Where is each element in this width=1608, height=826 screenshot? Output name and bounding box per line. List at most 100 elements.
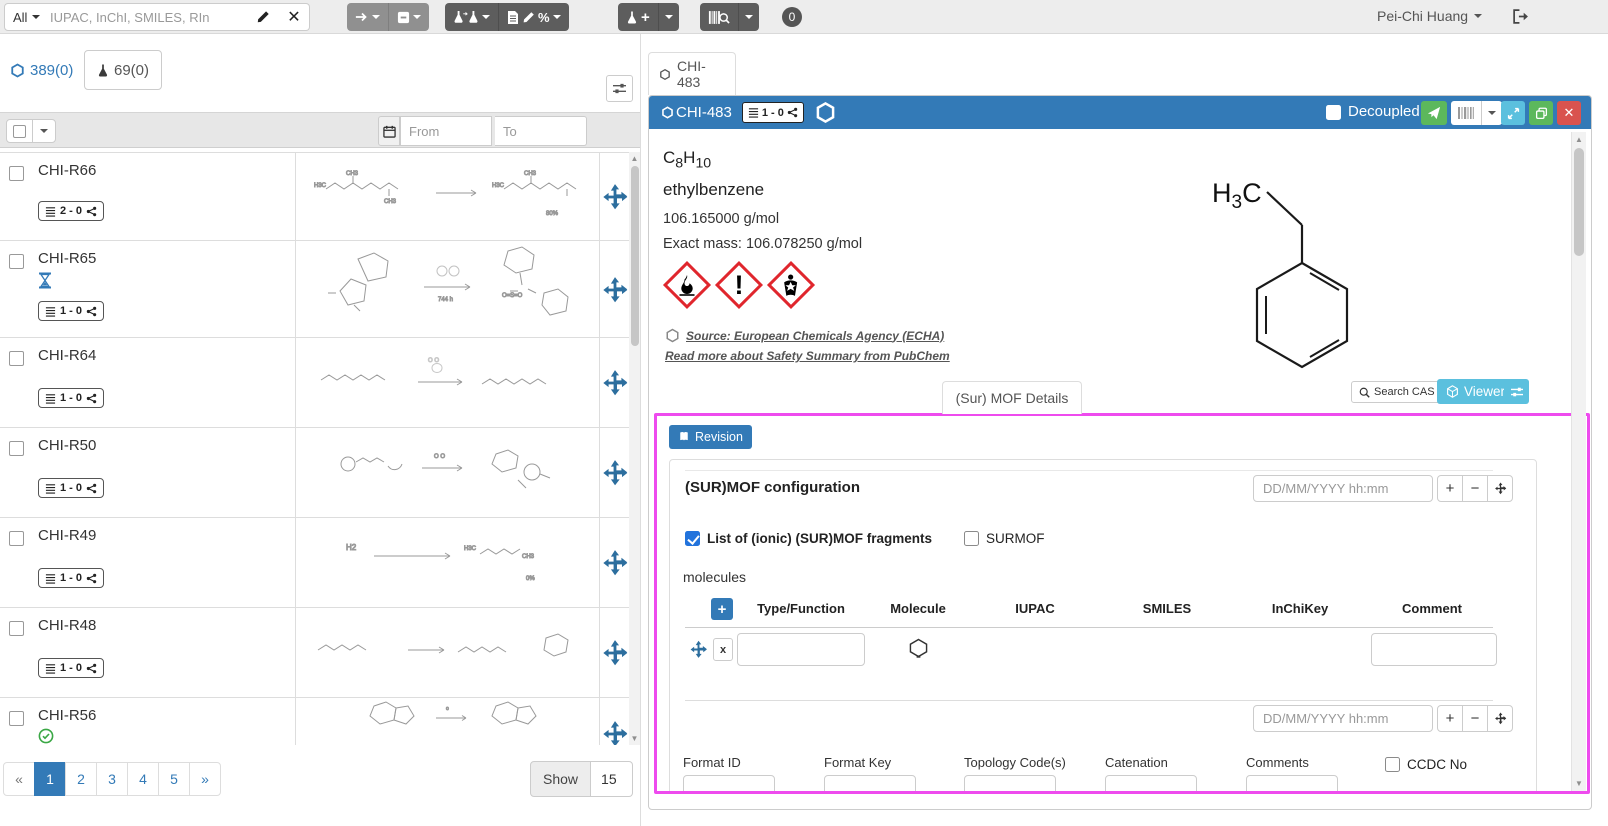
list-item[interactable]: CHI-R50 1 - 0 O O	[0, 427, 629, 517]
scrollbar-thumb[interactable]	[1574, 148, 1584, 256]
analyses-badge[interactable]: 2 - 0	[38, 201, 104, 221]
analyses-badge[interactable]: 1 - 0	[38, 388, 104, 408]
drag-handle[interactable]	[600, 183, 629, 211]
list-scrollbar[interactable]: ▲ ▼	[629, 152, 640, 745]
list-item[interactable]: CHI-R64 1 - 0 O O	[0, 337, 629, 427]
tab-sample-chi-483[interactable]: CHI-483	[648, 52, 736, 95]
scrollbar-thumb[interactable]	[631, 166, 639, 346]
topology-codes-input[interactable]	[964, 775, 1056, 794]
remove-entry-button[interactable]: −	[1462, 705, 1488, 732]
viewer-button[interactable]: Viewer	[1437, 379, 1514, 404]
ccdc-checkbox[interactable]	[1385, 757, 1400, 772]
revision-button[interactable]: Revision	[669, 425, 752, 449]
add-molecule-button[interactable]: +	[711, 598, 733, 620]
select-all-checkbox[interactable]	[13, 125, 26, 138]
search-cas-button[interactable]: Search CAS	[1351, 381, 1443, 403]
tab-mof-details-active[interactable]: (Sur) MOF Details	[942, 381, 1082, 414]
scroll-up-icon[interactable]: ▲	[1572, 135, 1586, 144]
drag-handle[interactable]	[600, 720, 629, 745]
scroll-down-icon[interactable]: ▼	[629, 734, 640, 743]
page-size-input[interactable]: 15	[591, 761, 633, 797]
surmof-checkbox[interactable]	[964, 531, 979, 546]
surmof-date-input[interactable]	[1253, 705, 1433, 732]
clear-search-button[interactable]: ✕	[279, 4, 309, 30]
list-item[interactable]: CHI-R56 o	[0, 697, 629, 745]
drag-handle[interactable]	[600, 639, 629, 667]
pubchem-safety-link[interactable]: Read more about Safety Summary from PubC…	[665, 347, 950, 365]
page-3[interactable]: 3	[96, 762, 128, 796]
page-2[interactable]: 2	[65, 762, 97, 796]
select-all-split-button[interactable]	[6, 119, 56, 143]
delete-row-button[interactable]: x	[713, 638, 733, 661]
row-checkbox[interactable]	[9, 531, 24, 546]
row-checkbox[interactable]	[9, 166, 24, 181]
scroll-down-icon[interactable]: ▼	[1572, 779, 1586, 788]
date-filter-button[interactable]	[378, 116, 400, 146]
echa-source-link[interactable]: Source: European Chemicals Agency (ECHA)	[665, 328, 944, 343]
page-5[interactable]: 5	[158, 762, 190, 796]
layout-options-button[interactable]	[1504, 379, 1529, 404]
add-entry-button[interactable]: +	[1437, 475, 1463, 502]
remove-from-collection-button[interactable]	[389, 3, 429, 31]
detail-scrollbar[interactable]: ▲ ▼	[1571, 132, 1586, 791]
drag-handle[interactable]	[600, 549, 629, 577]
type-function-input[interactable]	[737, 633, 865, 666]
edit-search-button[interactable]	[247, 4, 279, 30]
fullscreen-button[interactable]	[1501, 101, 1525, 125]
analyses-badge[interactable]: 1 - 0	[38, 568, 104, 588]
list-item[interactable]: CHI-R48 1 - 0	[0, 607, 629, 697]
page-prev[interactable]: «	[3, 762, 35, 796]
analyses-badge[interactable]: 1 - 0	[38, 478, 104, 498]
add-entry-button[interactable]: +	[1437, 705, 1463, 732]
barcode-scan-button[interactable]	[700, 3, 739, 31]
catenation-input[interactable]	[1105, 775, 1197, 794]
molecule-structure-icon[interactable]	[909, 638, 928, 658]
add-sample-dropdown[interactable]	[659, 3, 679, 31]
date-to-input[interactable]	[495, 116, 587, 146]
barcode-dropdown[interactable]	[1481, 101, 1502, 125]
add-sample-button[interactable]: +	[618, 3, 659, 31]
format-id-input[interactable]	[683, 775, 775, 794]
page-next[interactable]: »	[189, 762, 221, 796]
move-entry-button[interactable]	[1487, 705, 1513, 732]
row-checkbox[interactable]	[9, 254, 24, 269]
drag-handle[interactable]	[600, 459, 629, 487]
row-checkbox[interactable]	[9, 351, 24, 366]
row-drag-handle[interactable]	[689, 640, 708, 659]
tab-reactions[interactable]: 389(0)	[10, 62, 73, 79]
page-1[interactable]: 1	[34, 762, 66, 796]
list-item[interactable]: CHI-R65 1 - 0 744 h O=S=O	[0, 240, 629, 337]
row-checkbox[interactable]	[9, 711, 24, 726]
decoupled-checkbox[interactable]	[1326, 105, 1341, 120]
list-item[interactable]: CHI-R66 2 - 0 H3CCH3 CH3 H3CCH3 80%	[0, 152, 629, 240]
move-to-collection-button[interactable]	[347, 3, 389, 31]
remove-entry-button[interactable]: −	[1462, 475, 1488, 502]
sample-transfer-button[interactable]	[445, 3, 499, 31]
notification-count-badge[interactable]: 0	[782, 7, 802, 27]
comment-input[interactable]	[1371, 633, 1497, 666]
list-options-button[interactable]	[606, 75, 633, 102]
row-checkbox[interactable]	[9, 441, 24, 456]
format-key-input[interactable]	[824, 775, 916, 794]
date-from-input[interactable]	[400, 116, 492, 146]
mof-config-date-input[interactable]	[1253, 475, 1433, 502]
fragments-checkbox[interactable]	[685, 531, 700, 546]
drag-handle[interactable]	[600, 276, 629, 304]
comments-input[interactable]	[1246, 775, 1338, 794]
analyses-badge[interactable]: 1 - 0	[38, 658, 104, 678]
structure-search-input[interactable]	[42, 4, 247, 30]
list-item[interactable]: CHI-R49 1 - 0 H2 H3C CH3 0%	[0, 517, 629, 607]
analyses-badge[interactable]: 1 - 0	[38, 301, 104, 321]
select-all-dropdown[interactable]	[32, 119, 55, 143]
close-button[interactable]: ✕	[1557, 101, 1581, 125]
user-menu[interactable]: Pei-Chi Huang	[1377, 8, 1482, 24]
analyses-badge[interactable]: 1 - 0	[742, 102, 804, 123]
sign-out-button[interactable]	[1512, 8, 1529, 25]
page-4[interactable]: 4	[127, 762, 159, 796]
tab-samples[interactable]: 69(0)	[84, 50, 162, 90]
row-checkbox[interactable]	[9, 621, 24, 636]
send-button[interactable]	[1421, 101, 1447, 125]
report-edit-button[interactable]: %	[499, 3, 569, 31]
move-entry-button[interactable]	[1487, 475, 1513, 502]
drag-handle[interactable]	[600, 369, 629, 397]
